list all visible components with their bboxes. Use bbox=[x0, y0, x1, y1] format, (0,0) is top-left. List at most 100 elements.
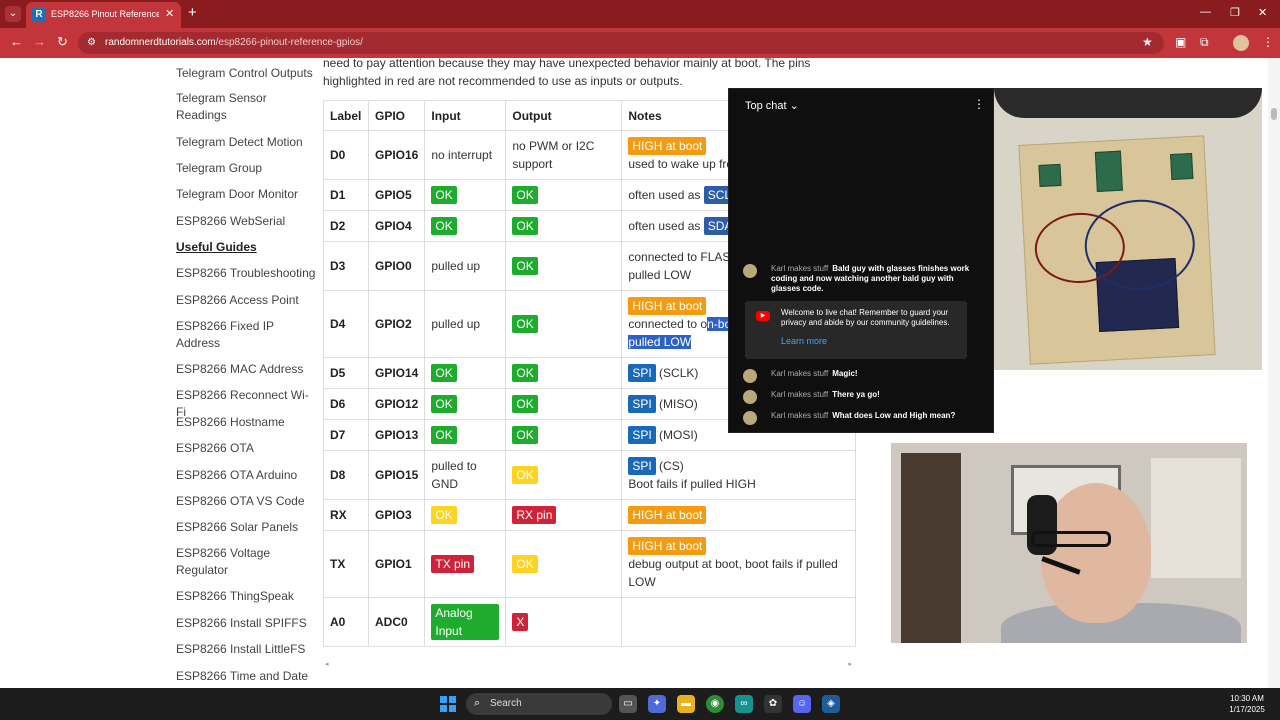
row-output: OK bbox=[505, 241, 623, 291]
chrome-icon[interactable]: ◉ bbox=[706, 695, 724, 713]
discord-icon[interactable]: ☺ bbox=[793, 695, 811, 713]
row-output: X bbox=[505, 597, 623, 647]
badge-ok-warning: OK bbox=[512, 466, 538, 484]
system-clock[interactable]: 10:30 AM 1/17/2025 bbox=[1222, 693, 1272, 715]
sidebar-item[interactable]: ESP8266 Time and Date bbox=[176, 668, 316, 685]
badge-spi: SPI bbox=[628, 426, 656, 444]
site-favicon-icon: R bbox=[32, 8, 46, 22]
note-text: connected to o bbox=[628, 317, 708, 331]
row-gpio: GPIO16 bbox=[367, 130, 426, 180]
browser-menu-icon[interactable]: ⋮ bbox=[1262, 35, 1274, 49]
notice-text: Welcome to live chat! Remember to guard … bbox=[781, 308, 950, 327]
chat-avatar bbox=[743, 369, 757, 383]
page-vertical-scrollbar[interactable] bbox=[1268, 58, 1280, 688]
sidebar-item[interactable]: ESP8266 ThingSpeak bbox=[176, 588, 316, 605]
site-info-icon[interactable]: ⚙ bbox=[87, 37, 96, 48]
chat-message-text: Karl makes stuff Magic! bbox=[771, 369, 983, 379]
row-output: RX pin bbox=[505, 499, 623, 531]
badge-ok: OK bbox=[431, 395, 457, 413]
forward-icon[interactable]: → bbox=[33, 34, 46, 49]
badge-ok: OK bbox=[431, 364, 457, 382]
task-view-icon[interactable]: ▭ bbox=[619, 695, 637, 713]
cast-icon[interactable]: ▣ bbox=[1175, 35, 1186, 49]
learn-more-link[interactable]: Learn more bbox=[781, 336, 827, 346]
copilot-icon[interactable]: ✦ bbox=[648, 695, 666, 713]
row-input: OK bbox=[424, 179, 507, 211]
sidebar-item[interactable]: Telegram Detect Motion bbox=[176, 134, 316, 151]
sidebar-item[interactable]: ESP8266 WebSerial bbox=[176, 213, 316, 230]
arduino-icon[interactable]: ∞ bbox=[735, 695, 753, 713]
badge-x: X bbox=[512, 613, 529, 631]
badge-ok: OK bbox=[512, 186, 538, 204]
badge-spi: SPI bbox=[628, 395, 656, 413]
sidebar-item[interactable]: ESP8266 Troubleshooting bbox=[176, 265, 316, 282]
chat-more-icon[interactable]: ⋮ bbox=[973, 97, 985, 111]
badge-ok-warning: OK bbox=[431, 506, 457, 524]
scroll-right-icon[interactable]: ▸ bbox=[848, 660, 852, 668]
cable-image bbox=[994, 88, 1262, 118]
new-tab-icon[interactable]: + bbox=[188, 4, 197, 21]
back-icon[interactable]: ← bbox=[10, 34, 23, 49]
sidebar-item[interactable]: ESP8266 OTA Arduino bbox=[176, 467, 316, 484]
reload-icon[interactable]: ↻ bbox=[57, 34, 68, 50]
profile-avatar[interactable] bbox=[1233, 35, 1249, 51]
table-row: D8 GPIO15 pulled to GND OK SPI (CS) Boot … bbox=[323, 450, 857, 500]
tab-search-icon[interactable]: ⌄ bbox=[5, 6, 21, 22]
row-gpio: GPIO4 bbox=[367, 210, 426, 242]
circuit-board-image bbox=[1018, 135, 1216, 365]
windows-start-icon[interactable] bbox=[440, 696, 456, 712]
address-bar[interactable]: ⚙ randomnerdtutorials.com/esp8266-pinout… bbox=[78, 32, 1164, 54]
chat-body: Magic! bbox=[832, 369, 858, 378]
scroll-left-icon[interactable]: ◂ bbox=[325, 660, 329, 668]
sidebar-item[interactable]: ESP8266 OTA bbox=[176, 440, 316, 457]
sidebar-item[interactable]: ESP8266 Hostname bbox=[176, 414, 316, 431]
row-input: Analog Input bbox=[424, 597, 507, 647]
badge-ok: OK bbox=[512, 395, 538, 413]
app-icon[interactable]: ✿ bbox=[764, 695, 782, 713]
chat-avatar bbox=[743, 411, 757, 425]
note-text: pulled LOW bbox=[628, 268, 692, 282]
vscode-icon[interactable]: ◈ bbox=[822, 695, 840, 713]
note-text: (MOSI) bbox=[659, 428, 698, 442]
pcb-module bbox=[1038, 163, 1062, 187]
file-explorer-icon[interactable]: ▬ bbox=[677, 695, 695, 713]
table-horizontal-scrollbar[interactable]: ◂ ▸ bbox=[323, 660, 854, 671]
taskbar-search-box[interactable]: ⌕ Search bbox=[466, 693, 612, 715]
sidebar-item[interactable]: Telegram Group bbox=[176, 160, 316, 177]
table-row: A0 ADC0 Analog Input X bbox=[323, 597, 857, 647]
row-gpio: ADC0 bbox=[367, 597, 426, 647]
sidebar-item[interactable]: Telegram Sensor Readings bbox=[176, 90, 316, 124]
glasses-image bbox=[1031, 531, 1111, 547]
row-gpio: GPIO14 bbox=[367, 357, 426, 389]
sidebar-heading-useful-guides[interactable]: Useful Guides bbox=[176, 239, 316, 256]
badge-ok: OK bbox=[431, 186, 457, 204]
sidebar-item[interactable]: ESP8266 MAC Address bbox=[176, 361, 316, 378]
chat-mode-dropdown[interactable]: Top chat ⌄ bbox=[745, 99, 799, 112]
close-tab-icon[interactable]: ✕ bbox=[165, 7, 174, 20]
sidebar-item[interactable]: Telegram Control Outputs bbox=[176, 65, 316, 82]
row-label: D1 bbox=[323, 179, 369, 211]
row-gpio: GPIO3 bbox=[367, 499, 426, 531]
minimize-icon[interactable]: — bbox=[1200, 6, 1211, 18]
sidebar-item[interactable]: ESP8266 Solar Panels bbox=[176, 519, 316, 536]
pcb-module bbox=[1170, 152, 1194, 181]
sidebar-item[interactable]: ESP8266 Fixed IP Address bbox=[176, 318, 316, 352]
browser-tab[interactable]: R ESP8266 Pinout Reference: Wh ✕ bbox=[26, 2, 181, 28]
sidebar-item[interactable]: ESP8266 Install SPIFFS bbox=[176, 615, 316, 632]
sidebar-item[interactable]: Telegram Door Monitor bbox=[176, 186, 316, 203]
close-window-icon[interactable]: ✕ bbox=[1258, 6, 1267, 19]
maximize-icon[interactable]: ❐ bbox=[1230, 6, 1240, 19]
extensions-icon[interactable]: ⧉ bbox=[1200, 35, 1209, 50]
sidebar-item[interactable]: ESP8266 Access Point bbox=[176, 292, 316, 309]
row-input: TX pin bbox=[424, 530, 507, 598]
sidebar-item[interactable]: ESP8266 Install LittleFS bbox=[176, 641, 316, 658]
url-path: /esp8266-pinout-reference-gpios/ bbox=[215, 37, 363, 48]
tab-strip: ⌄ R ESP8266 Pinout Reference: Wh ✕ + — ❐… bbox=[0, 0, 1280, 28]
bookmark-star-icon[interactable]: ★ bbox=[1142, 35, 1153, 49]
sidebar-item[interactable]: ESP8266 Voltage Regulator bbox=[176, 545, 316, 579]
sidebar-item[interactable]: ESP8266 OTA VS Code bbox=[176, 493, 316, 510]
row-label: D3 bbox=[323, 241, 369, 291]
badge-spi: SPI bbox=[628, 364, 656, 382]
header-input: Input bbox=[424, 100, 507, 131]
scroll-thumb[interactable] bbox=[1271, 108, 1277, 120]
